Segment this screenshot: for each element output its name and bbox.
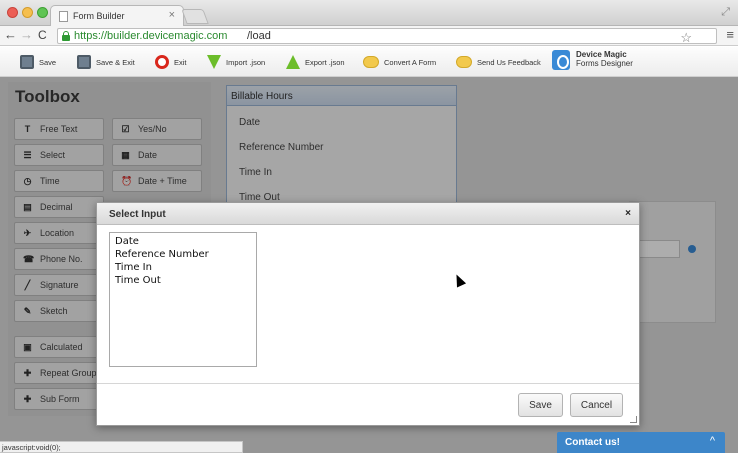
dialog-divider (97, 383, 639, 384)
url-host: https://builder.devicemagic.com (74, 30, 228, 42)
chevron-up-icon[interactable]: ^ (710, 435, 715, 447)
list-item[interactable]: Time In (115, 261, 251, 274)
device-magic-logo-icon (552, 50, 570, 70)
upload-arrow-icon (286, 55, 300, 69)
url-path: /load (247, 30, 271, 42)
input-listbox[interactable]: Date Reference Number Time In Time Out (109, 232, 257, 367)
send-feedback-label: Send Us Feedback (477, 57, 541, 67)
list-item[interactable]: Time Out (115, 274, 251, 287)
minimize-window-icon[interactable] (22, 7, 33, 18)
back-arrow-icon[interactable]: ← (4, 27, 17, 42)
reload-icon[interactable]: C (38, 28, 47, 42)
save-exit-label: Save & Exit (96, 57, 135, 67)
list-item[interactable]: Reference Number (115, 248, 251, 261)
exit-label: Exit (174, 57, 187, 67)
save-exit-icon (77, 55, 91, 69)
page-icon (59, 11, 68, 22)
lock-icon (62, 31, 70, 41)
logo-line-2: Forms Designer (576, 59, 633, 68)
dialog-title: Select Input (109, 209, 166, 220)
save-label: Save (39, 57, 57, 67)
fullscreen-icon[interactable]: ⤢ (721, 6, 730, 19)
convert-form-button[interactable]: Convert A Form (363, 52, 436, 72)
export-json-label: Export .json (305, 57, 345, 67)
new-tab-button[interactable] (181, 9, 209, 24)
import-json-button[interactable]: Import .json (207, 52, 265, 72)
device-magic-logo: Device Magic Forms Designer (552, 50, 682, 72)
close-window-icon[interactable] (7, 7, 18, 18)
power-icon (155, 55, 169, 69)
select-input-dialog: Select Input × Date Reference Number Tim… (96, 202, 640, 426)
forward-arrow-icon[interactable]: → (20, 27, 33, 42)
bookmark-star-icon[interactable]: ☆ (680, 30, 692, 46)
import-json-label: Import .json (226, 57, 266, 67)
status-bar: javascript:void(0); (0, 441, 243, 453)
resize-grip-icon[interactable] (630, 416, 637, 423)
export-json-button[interactable]: Export .json (286, 52, 345, 72)
convert-form-label: Convert A Form (384, 57, 437, 67)
browser-menu-icon[interactable]: ≡ (726, 27, 734, 42)
browser-tab[interactable]: Form Builder × (50, 5, 184, 27)
browser-navbar: ← → C https://builder.devicemagic.com /l… (0, 26, 738, 46)
tab-title: Form Builder (73, 11, 125, 21)
chat-bubble-icon (363, 56, 379, 68)
logo-line-1: Device Magic (576, 50, 627, 59)
close-icon[interactable]: × (625, 208, 631, 219)
download-arrow-icon (207, 55, 221, 69)
cancel-button[interactable]: Cancel (570, 393, 623, 417)
save-icon (20, 55, 34, 69)
save-button[interactable]: Save (20, 52, 56, 72)
save-button[interactable]: Save (518, 393, 563, 417)
app-toolbar: Save Save & Exit Exit Import .json Expor… (0, 47, 738, 77)
exit-button[interactable]: Exit (155, 52, 187, 72)
zoom-window-icon[interactable] (37, 7, 48, 18)
contact-us-label: Contact us! (565, 437, 620, 448)
address-bar[interactable]: https://builder.devicemagic.com /load ☆ (57, 28, 717, 46)
chat-bubble-icon (456, 56, 472, 68)
save-exit-button[interactable]: Save & Exit (77, 52, 135, 72)
contact-us-widget[interactable]: Contact us! ^ (557, 432, 725, 453)
dialog-header: Select Input × (97, 203, 639, 225)
list-item[interactable]: Date (115, 235, 251, 248)
browser-titlebar: Form Builder × ⤢ (0, 0, 738, 27)
send-feedback-button[interactable]: Send Us Feedback (456, 52, 541, 72)
tab-close-icon[interactable]: × (169, 9, 175, 21)
